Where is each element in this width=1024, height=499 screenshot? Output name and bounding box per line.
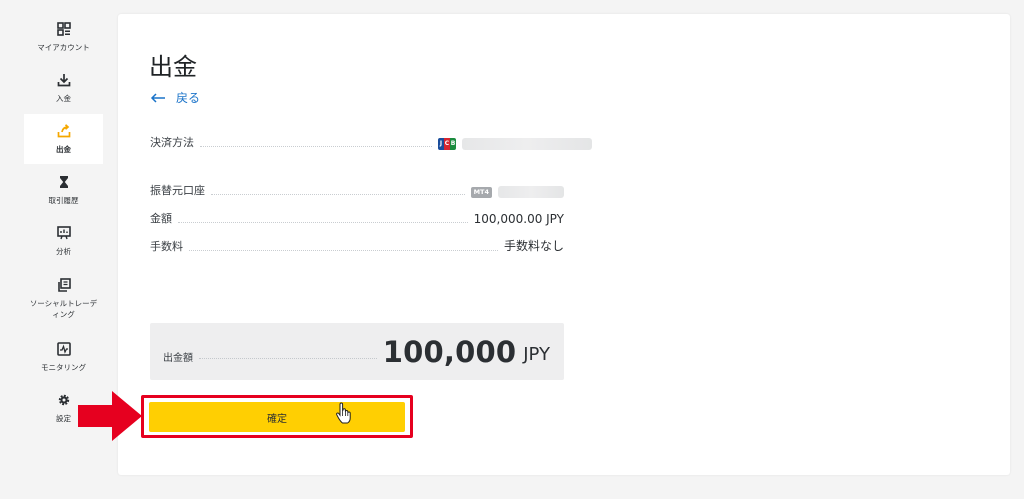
red-arrow-pointer bbox=[78, 391, 142, 441]
amount-value: 100,000.00 JPY bbox=[473, 212, 564, 226]
confirm-button[interactable]: 確定 bbox=[149, 402, 405, 432]
amount-label: 金額 bbox=[150, 212, 172, 225]
withdrawal-total-box: 出金額 100,000 JPY bbox=[150, 323, 564, 380]
total-currency: JPY bbox=[523, 344, 550, 365]
dotted-divider bbox=[178, 222, 468, 223]
hourglass-icon bbox=[59, 175, 68, 188]
masked-account-number bbox=[498, 186, 564, 198]
hand-cursor-icon bbox=[336, 402, 351, 424]
sidebar-item-monitoring[interactable]: モニタリング bbox=[24, 332, 103, 382]
download-icon bbox=[57, 73, 70, 86]
payment-method-value: JCB bbox=[438, 138, 592, 150]
sidebar: マイアカウント 入金 出金 取引履歴 分析 ソーシャルトレーディング モニタリン… bbox=[24, 12, 104, 434]
grid-account-icon bbox=[56, 21, 71, 36]
sidebar-item-label: 設定 bbox=[56, 413, 71, 423]
transfer-account-row: 振替元口座 MT4 bbox=[150, 184, 564, 198]
sidebar-item-my-account[interactable]: マイアカウント bbox=[24, 12, 103, 62]
copy-icon bbox=[57, 278, 71, 292]
arrow-left-icon bbox=[150, 92, 165, 103]
platform-badge: MT4 bbox=[470, 186, 492, 198]
gear-icon bbox=[58, 394, 69, 405]
chart-board-icon bbox=[56, 225, 71, 239]
masked-card-number bbox=[462, 138, 592, 150]
sidebar-item-label: 出金 bbox=[56, 144, 71, 154]
payment-method-row: 決済方法 JCB bbox=[150, 136, 592, 150]
sidebar-item-label: 分析 bbox=[56, 246, 71, 256]
sidebar-item-label: マイアカウント bbox=[37, 42, 90, 52]
total-label: 出金額 bbox=[163, 353, 193, 364]
dotted-divider bbox=[199, 358, 377, 359]
back-link[interactable]: 戻る bbox=[150, 89, 200, 106]
sidebar-item-label: 入金 bbox=[56, 93, 71, 103]
upload-icon bbox=[57, 123, 70, 137]
payment-method-label: 決済方法 bbox=[150, 136, 194, 149]
dotted-divider bbox=[200, 146, 432, 147]
sidebar-item-withdraw[interactable]: 出金 bbox=[24, 114, 103, 164]
monitor-icon bbox=[56, 341, 71, 356]
amount-row: 金額 100,000.00 JPY bbox=[150, 212, 564, 226]
fee-value: 手数料なし bbox=[503, 239, 564, 253]
fee-label: 手数料 bbox=[150, 240, 183, 253]
total-amount: 100,000 bbox=[382, 334, 517, 369]
sidebar-item-history[interactable]: 取引履歴 bbox=[24, 165, 103, 215]
back-label: 戻る bbox=[176, 91, 201, 105]
sidebar-item-label: 取引履歴 bbox=[48, 195, 79, 205]
page-title: 出金 bbox=[149, 53, 197, 81]
transfer-account-value: MT4 bbox=[470, 186, 564, 198]
sidebar-item-label: モニタリング bbox=[41, 362, 86, 372]
sidebar-item-deposit[interactable]: 入金 bbox=[24, 63, 103, 113]
sidebar-item-analysis[interactable]: 分析 bbox=[24, 216, 103, 266]
dotted-divider bbox=[211, 194, 465, 195]
sidebar-item-social-trading[interactable]: ソーシャルトレーディング bbox=[24, 267, 103, 331]
fee-row: 手数料 手数料なし bbox=[150, 239, 564, 254]
sidebar-item-label: ソーシャルトレーディング bbox=[29, 299, 98, 319]
dotted-divider bbox=[189, 250, 498, 251]
jcb-card-icon: JCB bbox=[438, 138, 456, 150]
transfer-account-label: 振替元口座 bbox=[150, 184, 205, 197]
